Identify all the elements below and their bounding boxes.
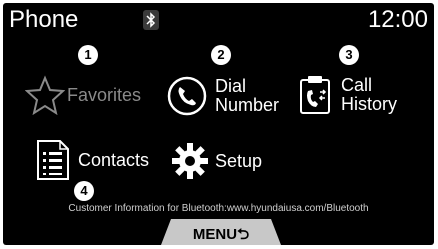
bluetooth-icon	[143, 10, 159, 30]
call-history-icon	[300, 76, 330, 114]
menu-button[interactable]: MENU⮌	[161, 219, 281, 245]
bluetooth-info-text: Customer Information for Bluetooth:www.h…	[68, 203, 369, 214]
menu-button-label: MENU⮌	[192, 226, 250, 243]
call-history-label: Call History	[341, 76, 397, 114]
callout-badge-3: 3	[339, 45, 359, 65]
favorites-button[interactable]: Favorites	[25, 73, 141, 117]
status-bar: Phone 12:00	[3, 3, 434, 37]
callout-badge-2: 2	[211, 45, 231, 65]
page-title: Phone	[9, 6, 79, 33]
dial-number-label: Dial Number	[215, 77, 279, 115]
star-icon	[25, 75, 65, 115]
setup-label: Setup	[215, 151, 263, 171]
contacts-list-icon	[37, 140, 69, 180]
call-history-line2: History	[341, 94, 398, 114]
phone-handset-icon	[167, 76, 207, 116]
call-history-line1: Call	[341, 75, 373, 95]
clock: 12:00	[367, 6, 428, 33]
dial-number-button[interactable]: Dial Number	[167, 75, 279, 117]
contacts-label: Contacts	[78, 150, 150, 170]
contacts-button[interactable]: Contacts	[36, 139, 149, 181]
dial-number-line2: Number	[215, 95, 280, 115]
callout-badge-1: 1	[78, 45, 98, 65]
phone-screen: Phone 12:00 1 2 3 4 Favorites Dial Numbe…	[3, 3, 434, 245]
gear-icon	[172, 143, 208, 179]
callout-badge-4: 4	[74, 181, 94, 201]
call-history-button[interactable]: Call History	[299, 73, 397, 117]
setup-button[interactable]: Setup	[171, 141, 262, 181]
favorites-label: Favorites	[67, 85, 142, 105]
dial-number-line1: Dial	[215, 76, 247, 96]
